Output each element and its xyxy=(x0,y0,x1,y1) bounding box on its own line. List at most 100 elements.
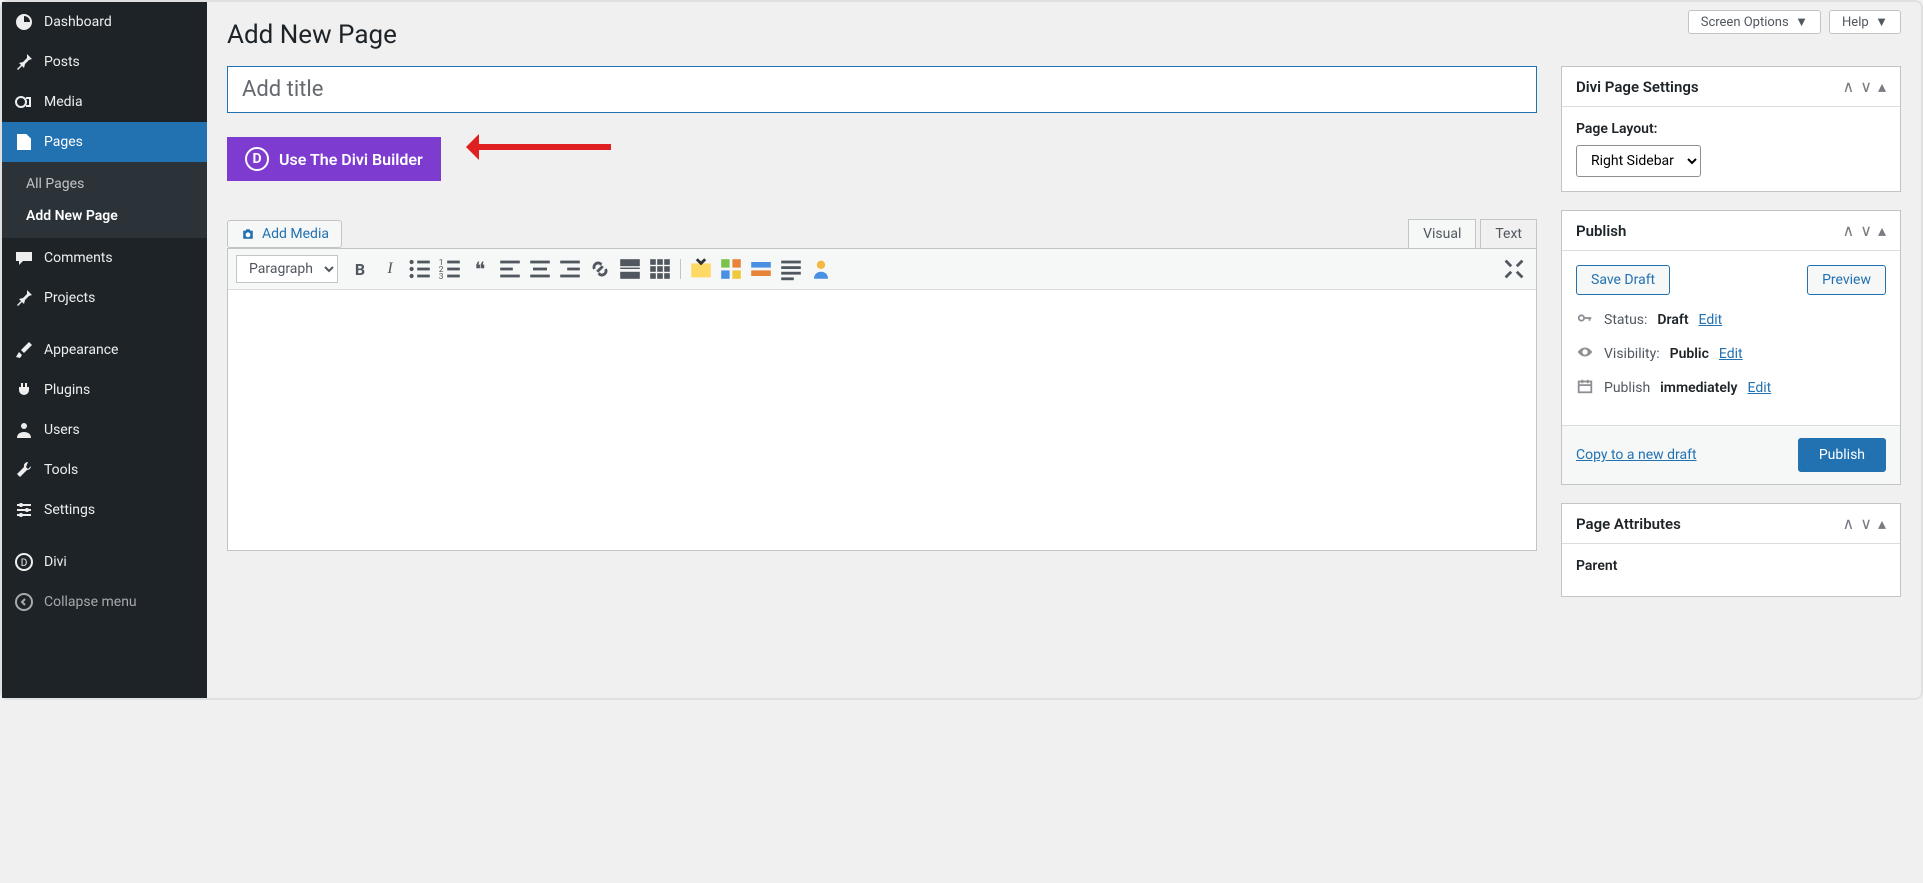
editor-content-area[interactable] xyxy=(228,290,1536,550)
align-right-button[interactable] xyxy=(556,255,584,283)
menu-appearance[interactable]: Appearance xyxy=(2,330,207,370)
calendar-icon xyxy=(1576,377,1594,399)
move-down-icon[interactable]: ∨ xyxy=(1860,514,1872,533)
title-input[interactable] xyxy=(227,66,1537,113)
menu-comments[interactable]: Comments xyxy=(2,238,207,278)
plug-icon xyxy=(14,380,34,400)
metabox-title: Page Attributes xyxy=(1576,515,1681,533)
menu-settings[interactable]: Settings xyxy=(2,490,207,530)
svg-text:3: 3 xyxy=(439,272,444,282)
menu-posts[interactable]: Posts xyxy=(2,42,207,82)
bullet-list-button[interactable] xyxy=(406,255,434,283)
menu-label: Projects xyxy=(44,290,95,306)
numbered-list-button[interactable]: 123 xyxy=(436,255,464,283)
add-media-label: Add Media xyxy=(262,226,329,242)
tab-text[interactable]: Text xyxy=(1480,219,1537,248)
brush-icon xyxy=(14,340,34,360)
menu-divi[interactable]: D Divi xyxy=(2,542,207,582)
menu-label: Collapse menu xyxy=(44,594,137,610)
move-up-icon[interactable]: ∧ xyxy=(1843,77,1855,96)
wrench-icon xyxy=(14,460,34,480)
menu-label: Media xyxy=(44,94,83,110)
divi-icon: D xyxy=(14,552,34,572)
move-up-icon[interactable]: ∧ xyxy=(1843,221,1855,240)
edit-status-link[interactable]: Edit xyxy=(1699,312,1723,328)
sliders-icon xyxy=(14,500,34,520)
metabox-title: Publish xyxy=(1576,222,1626,240)
divi-button-label: Use The Divi Builder xyxy=(279,150,423,169)
blockquote-button[interactable]: ❝ xyxy=(466,255,494,283)
fullscreen-button[interactable] xyxy=(1500,255,1528,283)
pin-icon xyxy=(14,288,34,308)
save-draft-button[interactable]: Save Draft xyxy=(1576,265,1670,295)
menu-label: Comments xyxy=(44,250,113,266)
page-layout-label: Page Layout: xyxy=(1576,121,1886,137)
menu-label: Plugins xyxy=(44,382,90,398)
toggle-panel-icon[interactable]: ▴ xyxy=(1878,221,1886,240)
pin-icon xyxy=(14,52,34,72)
eye-icon xyxy=(1576,343,1594,365)
help-label: Help xyxy=(1842,15,1869,30)
toolbar-toggle-button[interactable] xyxy=(646,255,674,283)
editor-toolbar: Paragraph B I 123 ❝ xyxy=(228,249,1536,290)
page-heading: Add New Page xyxy=(227,20,1901,50)
publish-date-value: immediately xyxy=(1660,380,1737,396)
use-divi-builder-button[interactable]: D Use The Divi Builder xyxy=(227,137,441,181)
page-attributes-metabox: Page Attributes ∧ ∨ ▴ Parent xyxy=(1561,503,1901,597)
menu-label: Pages xyxy=(44,134,83,150)
shortcode-button-3[interactable] xyxy=(747,255,775,283)
bold-button[interactable]: B xyxy=(346,255,374,283)
preview-button[interactable]: Preview xyxy=(1807,265,1886,295)
divi-logo-icon: D xyxy=(245,147,269,171)
top-buttons: Screen Options ▼ Help ▼ xyxy=(1688,10,1901,34)
shortcode-button-5[interactable] xyxy=(807,255,835,283)
toggle-panel-icon[interactable]: ▴ xyxy=(1878,514,1886,533)
camera-icon xyxy=(240,226,256,242)
shortcode-button-4[interactable] xyxy=(777,255,805,283)
link-button[interactable] xyxy=(586,255,614,283)
parent-label: Parent xyxy=(1576,558,1886,574)
format-select[interactable]: Paragraph xyxy=(236,255,338,283)
page-layout-select[interactable]: Right Sidebar xyxy=(1576,145,1701,177)
menu-pages[interactable]: Pages xyxy=(2,122,207,162)
menu-users[interactable]: Users xyxy=(2,410,207,450)
publish-date-label: Publish xyxy=(1604,380,1650,396)
help-button[interactable]: Help ▼ xyxy=(1829,10,1901,34)
move-down-icon[interactable]: ∨ xyxy=(1860,77,1872,96)
menu-dashboard[interactable]: Dashboard xyxy=(2,2,207,42)
visibility-value: Public xyxy=(1670,346,1709,362)
visibility-label: Visibility: xyxy=(1604,346,1660,362)
read-more-button[interactable] xyxy=(616,255,644,283)
screen-options-button[interactable]: Screen Options ▼ xyxy=(1688,10,1821,34)
menu-tools[interactable]: Tools xyxy=(2,450,207,490)
tab-visual[interactable]: Visual xyxy=(1408,219,1476,248)
menu-label: Posts xyxy=(44,54,80,70)
menu-projects[interactable]: Projects xyxy=(2,278,207,318)
toggle-panel-icon[interactable]: ▴ xyxy=(1878,77,1886,96)
menu-collapse[interactable]: Collapse menu xyxy=(2,582,207,622)
align-left-button[interactable] xyxy=(496,255,524,283)
publish-button[interactable]: Publish xyxy=(1798,438,1886,472)
edit-visibility-link[interactable]: Edit xyxy=(1719,346,1743,362)
menu-label: Tools xyxy=(44,462,78,478)
pages-icon xyxy=(14,132,34,152)
submenu-all-pages[interactable]: All Pages xyxy=(2,168,207,200)
shortcode-button-1[interactable] xyxy=(687,255,715,283)
main-content: Screen Options ▼ Help ▼ Add New Page D U… xyxy=(207,2,1921,698)
edit-publish-date-link[interactable]: Edit xyxy=(1748,380,1772,396)
metabox-title: Divi Page Settings xyxy=(1576,78,1699,96)
shortcode-button-2[interactable] xyxy=(717,255,745,283)
menu-media[interactable]: Media xyxy=(2,82,207,122)
annotation-arrow xyxy=(471,144,611,150)
status-label: Status: xyxy=(1604,312,1647,328)
move-down-icon[interactable]: ∨ xyxy=(1860,221,1872,240)
submenu-add-new-page[interactable]: Add New Page xyxy=(2,200,207,232)
add-media-button[interactable]: Add Media xyxy=(227,220,342,248)
menu-plugins[interactable]: Plugins xyxy=(2,370,207,410)
screen-options-label: Screen Options xyxy=(1701,15,1789,30)
align-center-button[interactable] xyxy=(526,255,554,283)
move-up-icon[interactable]: ∧ xyxy=(1843,514,1855,533)
pages-submenu: All Pages Add New Page xyxy=(2,162,207,238)
copy-draft-link[interactable]: Copy to a new draft xyxy=(1576,447,1697,463)
italic-button[interactable]: I xyxy=(376,255,404,283)
